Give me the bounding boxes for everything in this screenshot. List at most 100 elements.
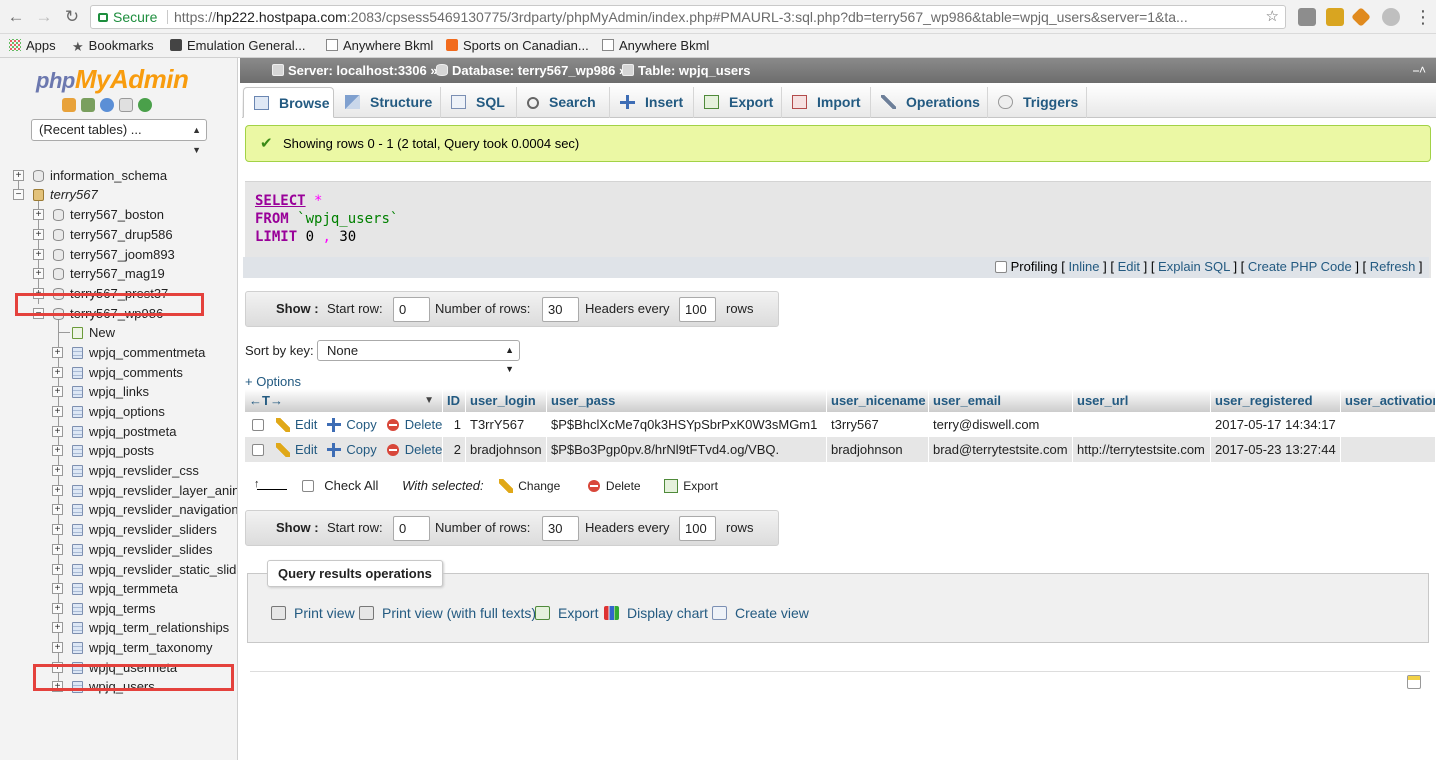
sort-dropdown-icon[interactable]: ▼ <box>424 389 434 412</box>
row-delete-button[interactable]: Delete <box>386 442 442 457</box>
tab-structure[interactable]: Structure <box>335 87 441 118</box>
expand-icon[interactable]: + <box>33 268 44 279</box>
row-edit-button[interactable]: Edit <box>276 417 317 432</box>
expand-icon[interactable]: + <box>52 347 63 358</box>
cell-user-registered[interactable]: 2017-05-23 13:27:44 <box>1211 437 1341 462</box>
extension-cloud-icon[interactable] <box>1382 8 1400 26</box>
breadcrumb-database[interactable]: Database: terry567_wp986 » <box>436 58 626 83</box>
bulk-export-button[interactable]: Export <box>664 479 718 493</box>
tab-export[interactable]: Export <box>694 87 782 118</box>
create-view-link[interactable]: Create view <box>712 605 809 621</box>
collapse-icon[interactable]: ⎯˄ <box>1413 58 1426 83</box>
bookmark-anywhere-2[interactable]: Anywhere Bkml <box>602 37 709 55</box>
expand-icon[interactable]: + <box>52 386 63 397</box>
explain-sql-link[interactable]: Explain SQL <box>1158 259 1230 274</box>
row-checkbox[interactable] <box>252 419 264 431</box>
row-delete-button[interactable]: Delete <box>386 417 442 432</box>
expand-icon[interactable]: + <box>52 564 63 575</box>
bookmark-emulation[interactable]: Emulation General... <box>170 37 306 55</box>
bulk-change-button[interactable]: Change <box>499 479 560 493</box>
expand-icon[interactable]: + <box>13 170 24 181</box>
column-header-user-email[interactable]: user_email <box>929 389 1073 412</box>
extension-diamond-icon[interactable] <box>1351 7 1371 27</box>
logout-icon[interactable] <box>81 98 95 112</box>
bookmark-apps[interactable]: Apps <box>9 37 56 55</box>
back-icon[interactable]: ← <box>5 6 27 28</box>
expand-icon[interactable]: + <box>52 524 63 535</box>
browser-menu-icon[interactable]: ⋮ <box>1414 6 1432 28</box>
recent-tables-select[interactable]: (Recent tables) ... ▲ ▼ <box>31 119 207 155</box>
column-header-user-activation[interactable]: user_activation <box>1341 389 1436 412</box>
expand-icon[interactable]: + <box>52 485 63 496</box>
extension-lock-icon[interactable] <box>1326 8 1344 26</box>
cell-user-url[interactable]: http://terrytestsite.com <box>1073 437 1211 462</box>
home-icon[interactable] <box>62 98 76 112</box>
tab-search[interactable]: Search <box>517 87 610 118</box>
address-bar[interactable]: Secure https://hp222.hostpapa.com:2083/c… <box>90 5 1286 29</box>
cell-user-login[interactable]: bradjohnson <box>466 437 547 462</box>
row-edit-button[interactable]: Edit <box>276 442 317 457</box>
headers-every-input[interactable]: 100 <box>679 516 716 541</box>
profiling-checkbox[interactable] <box>995 261 1007 273</box>
expand-icon[interactable]: + <box>33 209 44 220</box>
cell-user-login[interactable]: T3rrY567 <box>466 412 547 437</box>
collapse-icon[interactable]: − <box>13 189 24 200</box>
tab-browse[interactable]: Browse <box>243 87 334 118</box>
cell-user-email[interactable]: brad@terrytestsite.com <box>929 437 1073 462</box>
reload-icon[interactable]: ↻ <box>61 6 83 28</box>
expand-icon[interactable]: + <box>52 544 63 555</box>
extension-puzzle-icon[interactable] <box>1298 8 1316 26</box>
column-header-user-nicename[interactable]: user_nicename <box>827 389 929 412</box>
check-all-label[interactable]: Check All <box>324 478 378 493</box>
tab-operations[interactable]: Operations <box>871 87 988 118</box>
breadcrumb-server[interactable]: Server: localhost:3306 » <box>272 58 438 83</box>
forward-icon[interactable]: → <box>33 6 55 28</box>
show-button[interactable]: Show : <box>276 292 319 326</box>
cell-user-pass[interactable]: $P$Bo3Pgp0pv.8/hrNl9tFTvd4.og/VBQ. <box>547 437 827 462</box>
reload-nav-icon[interactable] <box>138 98 152 112</box>
cell-user-nicename[interactable]: t3rry567 <box>827 412 929 437</box>
cell-user-registered[interactable]: 2017-05-17 14:34:17 <box>1211 412 1341 437</box>
row-checkbox[interactable] <box>252 444 264 456</box>
tab-insert[interactable]: Insert <box>610 87 694 118</box>
num-rows-input[interactable]: 30 <box>542 516 579 541</box>
edit-link[interactable]: Edit <box>1118 259 1140 274</box>
expand-icon[interactable]: + <box>52 367 63 378</box>
expand-icon[interactable]: + <box>52 445 63 456</box>
expand-icon[interactable]: + <box>52 603 63 614</box>
breadcrumb-table[interactable]: Table: wpjq_users <box>622 58 750 83</box>
bookmark-anywhere-1[interactable]: Anywhere Bkml <box>326 37 433 55</box>
start-row-input[interactable]: 0 <box>393 516 430 541</box>
cell-id[interactable]: 2 <box>443 437 466 462</box>
expand-icon[interactable]: + <box>52 406 63 417</box>
column-header-user-pass[interactable]: user_pass <box>547 389 827 412</box>
cell-user-activation[interactable] <box>1341 412 1436 437</box>
num-rows-input[interactable]: 30 <box>542 297 579 322</box>
cell-user-pass[interactable]: $P$BhclXcMe7q0k3HSYpSbrPxK0W3sMGm1 <box>547 412 827 437</box>
column-arrows-icon[interactable]: ←T→ <box>249 393 283 408</box>
display-chart-link[interactable]: Display chart <box>604 605 708 621</box>
phpmyadmin-logo[interactable]: phpMyAdmin <box>36 64 189 95</box>
bookmark-bookmarks[interactable]: ★ Bookmarks <box>72 37 154 55</box>
row-copy-button[interactable]: Copy <box>327 417 377 432</box>
sort-by-key-select[interactable]: None ▲ ▼ <box>317 340 520 374</box>
expand-icon[interactable]: + <box>52 465 63 476</box>
cell-user-url[interactable] <box>1073 412 1211 437</box>
expand-icon[interactable]: + <box>33 249 44 260</box>
console-icon[interactable] <box>1407 675 1421 689</box>
column-header-user-login[interactable]: user_login <box>466 389 547 412</box>
expand-icon[interactable]: + <box>33 229 44 240</box>
headers-every-input[interactable]: 100 <box>679 297 716 322</box>
bookmark-sports[interactable]: Sports on Canadian... <box>446 37 589 55</box>
refresh-link[interactable]: Refresh <box>1370 259 1416 274</box>
print-view-link[interactable]: Print view <box>271 605 355 621</box>
export-link[interactable]: Export <box>535 605 598 621</box>
tab-triggers[interactable]: Triggers <box>988 87 1087 118</box>
tab-import[interactable]: Import <box>782 87 871 118</box>
print-full-link[interactable]: Print view (with full texts) <box>359 605 536 621</box>
cell-id[interactable]: 1 <box>443 412 466 437</box>
column-header-id[interactable]: ID <box>443 389 466 412</box>
check-all-checkbox[interactable] <box>301 480 314 492</box>
start-row-input[interactable]: 0 <box>393 297 430 322</box>
docs-icon[interactable] <box>119 98 133 112</box>
